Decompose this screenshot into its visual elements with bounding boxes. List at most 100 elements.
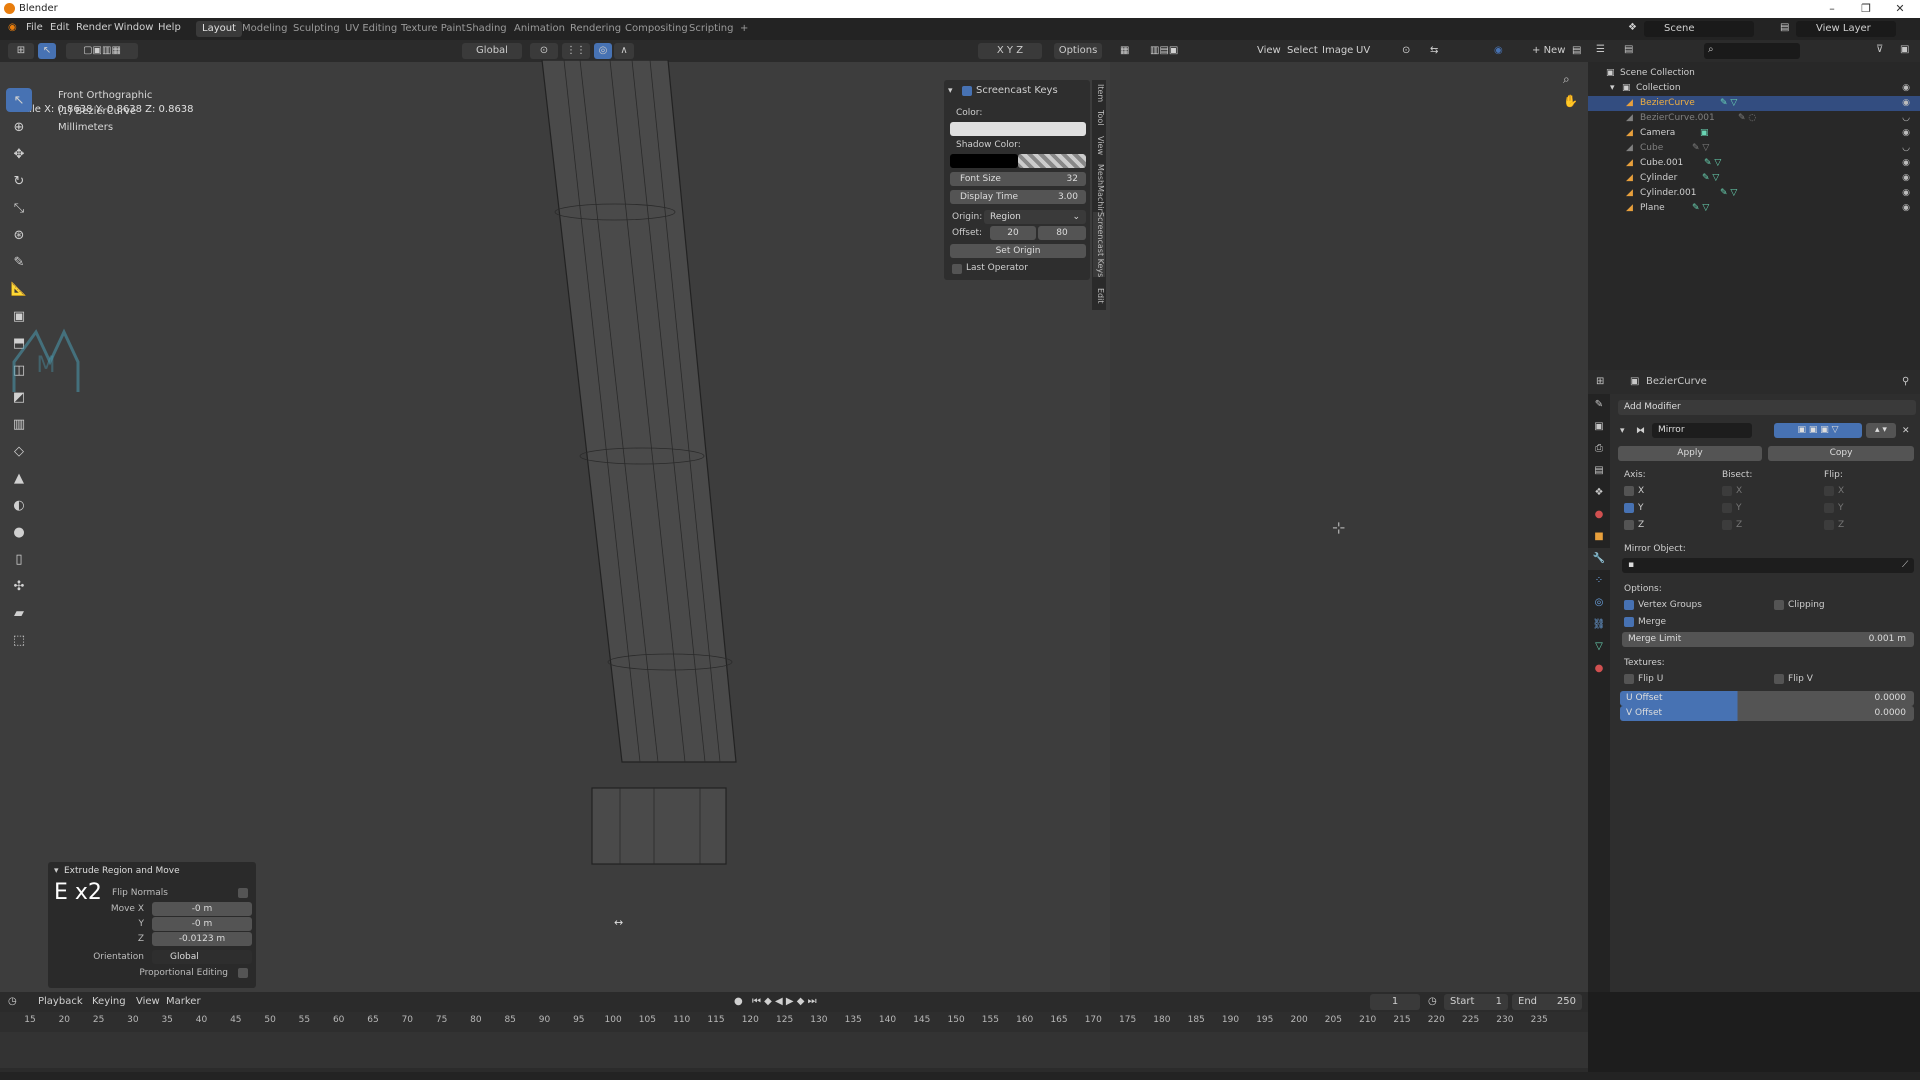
flip-x-checkbox[interactable] [1824,486,1834,496]
measure-icon[interactable]: 📐 [6,277,32,301]
sync-selection-icon[interactable]: ⇆ [1430,45,1438,56]
outliner-item-beziercurve-001[interactable]: ◢ BezierCurve.001 ✎ ◌ ◡ [1588,111,1920,126]
scale-icon[interactable]: ⤡ [6,196,32,220]
shadow-color-swatch[interactable] [950,154,1018,168]
timeline-ruler[interactable]: 15 20 25 30 35 40 45 50 55 60 65 70 75 80 85 90 95 100 105… [0,1012,1588,1032]
properties-type-icon[interactable]: ⊞ [1596,376,1604,387]
add-workspace-button[interactable]: + [734,21,754,37]
smooth-icon[interactable]: ● [6,520,32,544]
axis-y-checkbox[interactable] [1624,503,1634,513]
tab-uv-editing[interactable]: UV Editing [339,21,403,37]
material-tab-icon[interactable]: ● [1588,658,1610,680]
knife-icon[interactable]: ◇ [6,439,32,463]
tab-meshmachine[interactable]: MeshMachine [1093,164,1105,219]
add-modifier-dropdown[interactable]: Add Modifier [1618,400,1916,415]
loop-cut-icon[interactable]: ▥ [6,412,32,436]
filter-icon[interactable]: ⊽ [1876,44,1883,55]
last-operator-checkbox[interactable] [952,264,962,274]
flip-y-checkbox[interactable] [1824,503,1834,513]
modifier-visibility-toggles[interactable]: ▣ ▣ ▣ ▽ [1774,423,1862,438]
eye-icon[interactable]: ◉ [1902,81,1910,96]
scene-tab-icon[interactable]: ❖ [1588,482,1610,504]
mirror-object-field[interactable]: ▪ [1622,558,1914,573]
current-frame-field[interactable]: 1 [1370,994,1420,1010]
menu-uv[interactable]: UV [1356,45,1370,56]
font-size-field[interactable]: Font Size 32 [950,172,1086,186]
image-editor-mode-icons[interactable]: ▥▤▣ [1150,45,1178,56]
origin-select[interactable]: Region ⌄ [984,210,1086,224]
timeline-type-icon[interactable]: ◷ [8,996,17,1007]
tab-animation[interactable]: Animation [508,21,571,37]
close-icon[interactable]: ✕ [1885,2,1915,15]
annotate-icon[interactable]: ✎ [6,250,32,274]
3d-viewport[interactable]: ⊞ ↖ ▢▣▥▦ Global ⊙ ⋮⋮ ◎ ∧ X Y Z Options S… [0,40,1110,992]
flip-v-checkbox[interactable] [1774,674,1784,684]
tab-modeling[interactable]: Modeling [236,21,294,37]
outliner-item-cylinder[interactable]: ◢ Cylinder ✎ ▽ ◉ [1588,171,1920,186]
copy-button[interactable]: Copy [1768,446,1914,461]
expand-icon[interactable]: ▾ [1610,81,1615,96]
color-swatch[interactable] [950,122,1086,136]
outliner-collection[interactable]: ▾ ▣ Collection ◉ [1588,81,1920,96]
object-tab-icon[interactable]: ■ [1588,526,1610,548]
physics-tab-icon[interactable]: ◎ [1588,592,1610,614]
clipping-checkbox[interactable] [1774,600,1784,610]
menu-keying[interactable]: Keying [92,996,126,1007]
transform-icon[interactable]: ⊛ [6,223,32,247]
spin-icon[interactable]: ◐ [6,493,32,517]
outliner-search-input[interactable] [1704,43,1800,59]
select-mode-buttons[interactable]: ▢▣▥▦ [66,43,138,59]
offset-x-field[interactable]: 20 [990,226,1036,240]
tool-tab-icon[interactable]: ✎ [1588,394,1610,416]
image-editor[interactable]: ▦ ▥▤▣ View Select Image UV ⊙ ⇆ ◉ + New ▤… [1110,40,1588,992]
merge-checkbox[interactable] [1624,617,1634,627]
timeline-tracks[interactable] [0,1032,1588,1068]
poly-build-icon[interactable]: ▲ [6,466,32,490]
bisect-x-checkbox[interactable] [1722,486,1732,496]
menu-help[interactable]: Help [158,22,181,33]
screencast-enable-checkbox[interactable] [962,86,972,96]
render-tab-icon[interactable]: ▣ [1588,416,1610,438]
move-x-field[interactable]: -0 m [152,902,252,916]
eye-icon[interactable]: ◉ [1902,186,1910,201]
move-y-field[interactable]: -0 m [152,917,252,931]
tab-view[interactable]: View [1093,136,1105,155]
menu-edit[interactable]: Edit [50,22,69,33]
menu-view[interactable]: View [1257,45,1281,56]
vertex-groups-checkbox[interactable] [1624,600,1634,610]
particles-tab-icon[interactable]: ⁘ [1588,570,1610,592]
eye-icon[interactable]: ◉ [1902,201,1910,216]
flip-z-checkbox[interactable] [1824,520,1834,530]
outliner-item-cylinder-001[interactable]: ◢ Cylinder.001 ✎ ▽ ◉ [1588,186,1920,201]
outliner-item-cube[interactable]: ◢ Cube ✎ ▽ ◡ [1588,141,1920,156]
pivot-point-icon[interactable]: ⊙ [530,43,558,59]
menu-select[interactable]: Select [1287,45,1318,56]
restore-icon[interactable]: ❐ [1851,2,1881,15]
menu-window[interactable]: Window [114,22,153,33]
world-tab-icon[interactable]: ● [1588,504,1610,526]
modifier-tab-icon[interactable]: 🔧 [1588,548,1610,570]
menu-marker[interactable]: Marker [166,996,201,1007]
eye-icon[interactable]: ◉ [1902,171,1910,186]
bisect-z-checkbox[interactable] [1722,520,1732,530]
outliner-type-icon[interactable]: ☰ [1596,44,1605,55]
tab-scripting[interactable]: Scripting [683,21,739,37]
modifier-move-buttons[interactable]: ▴ ▾ [1866,423,1896,438]
pan-hand-icon[interactable]: ✋ [1563,94,1578,108]
shadow-alpha-swatch[interactable] [1018,154,1086,168]
set-origin-button[interactable]: Set Origin [950,244,1086,258]
redo-collapse-icon[interactable]: ▾ [54,866,59,876]
view-layer-tab-icon[interactable]: ▤ [1588,460,1610,482]
eye-icon[interactable]: ◉ [1902,96,1910,111]
tab-screencast-keys[interactable]: Screencast Keys [1093,212,1105,278]
offset-y-field[interactable]: 80 [1038,226,1086,240]
menu-playback[interactable]: Playback [38,996,83,1007]
constraints-tab-icon[interactable]: ⛓ [1588,614,1610,636]
move-icon[interactable]: ✥ [6,142,32,166]
scene-selector[interactable]: Scene [1644,21,1754,37]
falloff-icon[interactable]: ∧ [614,43,634,59]
orientation-select[interactable]: Global [152,950,252,964]
eye-hidden-icon[interactable]: ◡ [1902,111,1910,126]
flip-u-checkbox[interactable] [1624,674,1634,684]
proportional-edit-icon[interactable]: ◎ [594,43,612,59]
